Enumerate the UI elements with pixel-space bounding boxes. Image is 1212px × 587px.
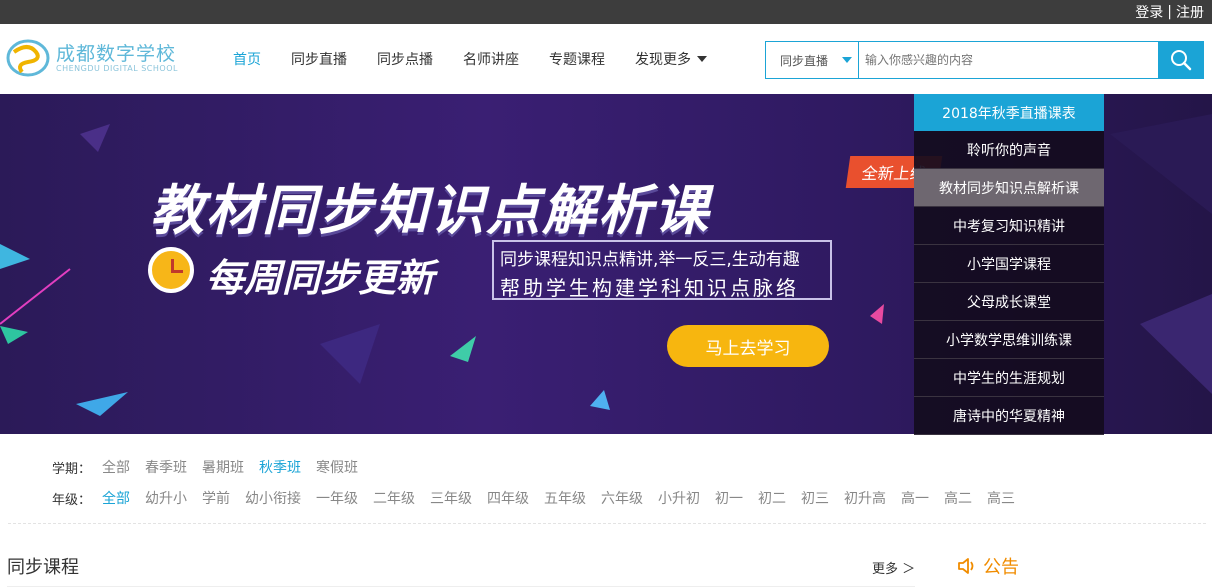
logo-name-cn: 成都数字学校	[56, 42, 177, 65]
more-link[interactable]: 更多 ＞	[872, 558, 915, 577]
course-filters: 学期： 全部 春季班 暑期班 秋季班 寒假班 年级： 全部 幼升小 学前 幼小衔…	[52, 454, 1030, 516]
grade-option[interactable]: 六年级	[601, 488, 643, 508]
grade-option[interactable]: 初一	[715, 488, 743, 508]
nav-home[interactable]: 首页	[233, 49, 261, 69]
search-category-label: 同步直播	[780, 53, 829, 68]
search-input[interactable]	[859, 42, 1158, 78]
nav-more-label: 发现更多	[635, 52, 691, 68]
nav-topics[interactable]: 专题课程	[549, 49, 605, 69]
search-category-select[interactable]: 同步直播	[766, 42, 859, 78]
section-title: 同步课程	[7, 557, 79, 578]
nav-live[interactable]: 同步直播	[291, 49, 347, 69]
banner-title: 教材同步知识点解析课	[150, 179, 710, 242]
nav-lectures[interactable]: 名师讲座	[463, 49, 519, 69]
chevron-down-icon	[697, 56, 707, 62]
grade-option[interactable]: 学前	[202, 488, 230, 508]
search-icon	[1170, 50, 1191, 71]
schedule-item[interactable]: 小学数学思维训练课	[914, 321, 1104, 359]
schedule-menu-header[interactable]: 2018年秋季直播课表	[914, 94, 1104, 131]
main-nav: 首页 同步直播 同步点播 名师讲座 专题课程 发现更多	[218, 24, 722, 94]
grade-option[interactable]: 全部	[102, 488, 130, 508]
logo[interactable]: 成都数字学校 CHENGDU DIGITAL SCHOOL	[6, 38, 178, 78]
term-filter-row: 学期： 全部 春季班 暑期班 秋季班 寒假班	[52, 454, 1030, 480]
header: 成都数字学校 CHENGDU DIGITAL SCHOOL 首页 同步直播 同步…	[0, 24, 1212, 94]
grade-option[interactable]: 五年级	[544, 488, 586, 508]
logo-name-en: CHENGDU DIGITAL SCHOOL	[56, 63, 178, 73]
grade-option[interactable]: 三年级	[430, 488, 472, 508]
schedule-item[interactable]: 小学国学课程	[914, 245, 1104, 283]
notice-heading: 公告	[957, 553, 1019, 579]
banner-desc-line2: 帮助学生构建学科知识点脉络	[500, 276, 799, 300]
grade-filter-label: 年级：	[52, 492, 92, 508]
banner-desc-line1: 同步课程知识点精讲,举一反三,生动有趣	[500, 250, 800, 270]
schedule-item[interactable]: 聆听你的声音	[914, 131, 1104, 169]
login-link[interactable]: 登录	[1135, 2, 1163, 22]
start-learning-button[interactable]: 马上去学习	[667, 325, 829, 367]
grade-option[interactable]: 二年级	[373, 488, 415, 508]
grade-option[interactable]: 幼升小	[145, 488, 187, 508]
separator: |	[1167, 4, 1172, 20]
grade-option[interactable]: 高三	[987, 488, 1015, 508]
term-option[interactable]: 秋季班	[259, 457, 301, 477]
grade-option[interactable]: 四年级	[487, 488, 529, 508]
schedule-item[interactable]: 中学生的生涯规划	[914, 359, 1104, 397]
search-button[interactable]	[1158, 42, 1203, 78]
nav-more[interactable]: 发现更多	[635, 49, 707, 69]
term-option[interactable]: 全部	[102, 457, 130, 477]
schedule-item[interactable]: 中考复习知识精讲	[914, 207, 1104, 245]
grade-option[interactable]: 初三	[801, 488, 829, 508]
banner-description: 同步课程知识点精讲,举一反三,生动有趣 帮助学生构建学科知识点脉络	[492, 240, 832, 300]
term-option[interactable]: 春季班	[145, 457, 187, 477]
dashed-divider	[8, 523, 1206, 524]
speaker-icon	[958, 558, 974, 574]
banner-subtitle: 每周同步更新	[206, 256, 435, 300]
grade-option[interactable]: 高二	[944, 488, 972, 508]
term-filter-label: 学期：	[52, 461, 92, 477]
grade-option[interactable]: 幼小衔接	[245, 488, 301, 508]
grade-option[interactable]: 一年级	[316, 488, 358, 508]
register-link[interactable]: 注册	[1176, 2, 1204, 22]
grade-filter-row: 年级： 全部 幼升小 学前 幼小衔接 一年级 二年级 三年级 四年级 五年级 六…	[52, 485, 1030, 511]
logo-icon	[6, 39, 50, 77]
grade-option[interactable]: 小升初	[658, 488, 700, 508]
schedule-menu: 2018年秋季直播课表 聆听你的声音 教材同步知识点解析课 中考复习知识精讲 小…	[914, 94, 1104, 435]
grade-option[interactable]: 初升高	[844, 488, 886, 508]
term-option[interactable]: 暑期班	[202, 457, 244, 477]
schedule-item[interactable]: 父母成长课堂	[914, 283, 1104, 321]
dropdown-arrow-icon	[842, 57, 852, 63]
notice-title: 公告	[983, 557, 1019, 578]
grade-option[interactable]: 初二	[758, 488, 786, 508]
schedule-item[interactable]: 唐诗中的华夏精神	[914, 397, 1104, 435]
schedule-item[interactable]: 教材同步知识点解析课	[914, 169, 1104, 207]
term-option[interactable]: 寒假班	[316, 457, 358, 477]
nav-vod[interactable]: 同步点播	[377, 49, 433, 69]
top-bar: 登录 | 注册	[0, 0, 1212, 24]
search-bar: 同步直播	[765, 41, 1204, 79]
grade-option[interactable]: 高一	[901, 488, 929, 508]
clock-icon	[148, 247, 194, 293]
